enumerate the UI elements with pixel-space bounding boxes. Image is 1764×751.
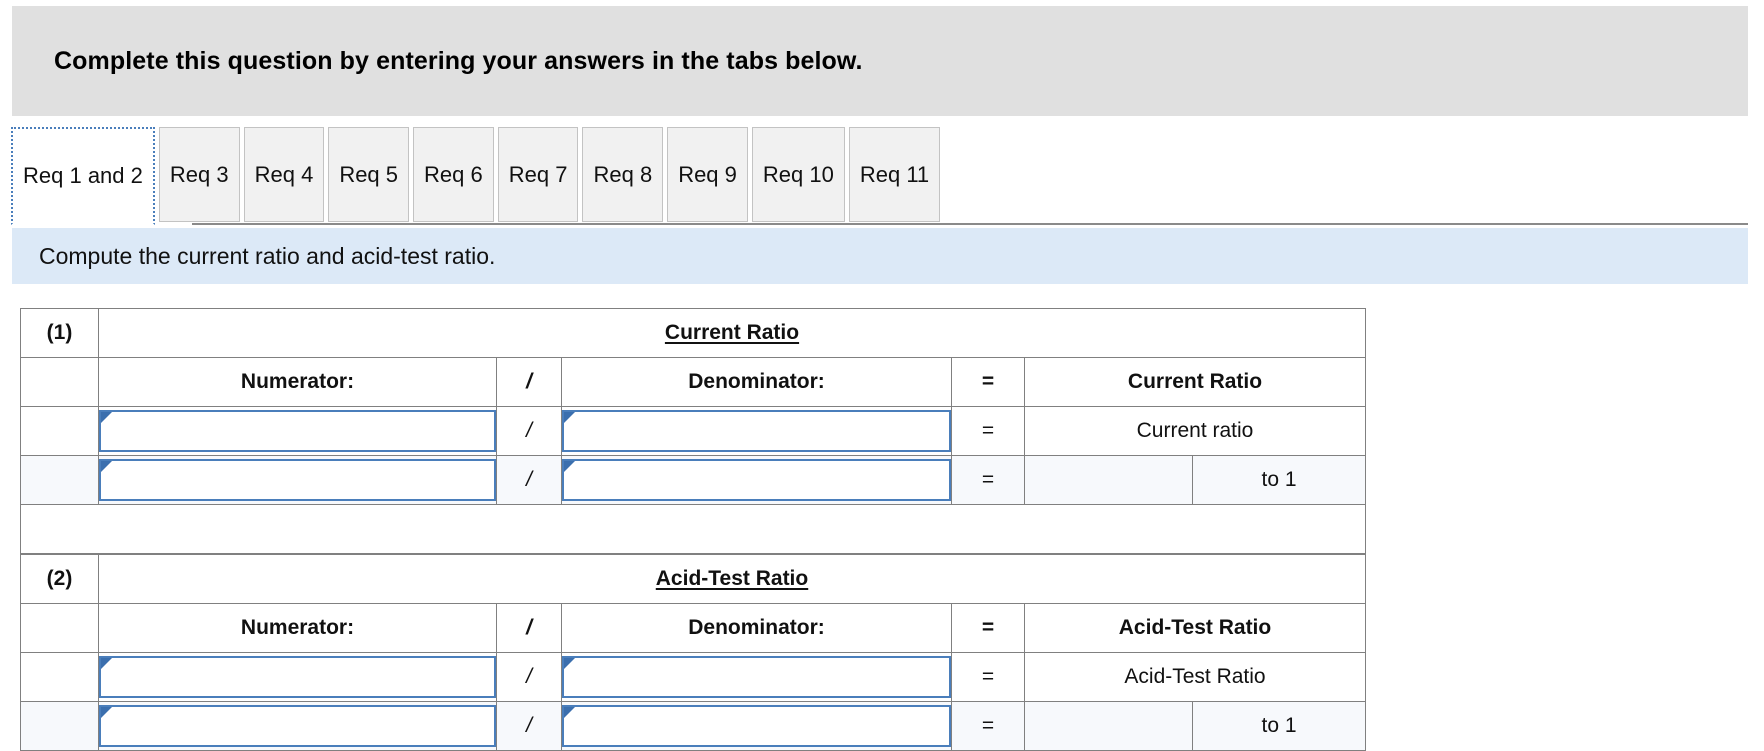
row-index-cell [20,455,99,505]
equals-sign: = [951,455,1025,505]
header-spacer-cell [20,357,99,407]
section-index-label: (2) [20,554,99,604]
column-header-equals: = [951,357,1025,407]
section-index-label: (1) [20,308,99,358]
header-spacer-cell [20,603,99,653]
acid-test-result-suffix: to 1 [1192,701,1366,751]
table-row: / = to 1 [20,701,1366,751]
acid-test-numerator-cell[interactable] [98,652,497,702]
cell-flag-icon [564,412,575,423]
question-prompt-bar: Compute the current ratio and acid-test … [12,228,1748,284]
tab-label: Req 6 [424,161,483,187]
column-header-numerator: Numerator: [98,357,497,407]
tab-req-10[interactable]: Req 10 [751,127,845,222]
table-header-row: Numerator: / Denominator: = Acid-Test Ra… [20,603,1366,653]
tab-label: Req 3 [169,161,229,187]
column-header-result: Acid-Test Ratio [1024,603,1366,653]
divider-slash: / [496,652,562,702]
tab-req-9[interactable]: Req 9 [667,127,748,222]
cell-flag-icon [564,461,575,472]
tab-req-5[interactable]: Req 5 [328,127,410,222]
current-ratio-numerator-input-2[interactable] [99,459,496,501]
tab-label: Req 9 [678,161,737,187]
tab-label: Req 4 [254,161,314,187]
cell-flag-icon [101,461,112,472]
tab-req-4[interactable]: Req 4 [243,127,325,222]
section-spacer-cell [20,504,1366,554]
acid-test-numerator-cell-2[interactable] [98,701,497,751]
tab-strip-divider [11,223,1748,225]
cell-flag-icon [101,707,112,718]
section-title-text: Acid-Test Ratio [655,567,809,590]
current-ratio-denominator-cell-2[interactable] [561,455,952,505]
acid-test-denominator-input[interactable] [562,656,951,698]
column-header-slash: / [496,357,562,407]
tab-label: Req 5 [339,161,399,187]
requirement-tabs[interactable]: Req 1 and 2 Req 3 Req 4 Req 5 Req 6 Req … [11,127,944,225]
answer-worksheet: (1) Current Ratio Numerator: / Denominat… [20,308,1366,751]
acid-test-numerator-input[interactable] [99,656,496,698]
divider-slash: / [496,701,562,751]
equals-sign: = [951,406,1025,456]
table-row: (2) Acid-Test Ratio [20,554,1366,604]
current-ratio-numerator-input[interactable] [99,410,496,452]
cell-flag-icon [564,658,575,669]
question-prompt-text: Compute the current ratio and acid-test … [39,242,496,269]
table-row: / = Acid-Test Ratio [20,652,1366,702]
current-ratio-result-label: Current ratio [1024,406,1366,456]
current-ratio-denominator-cell[interactable] [561,406,952,456]
instruction-banner: Complete this question by entering your … [12,6,1748,116]
current-ratio-numerator-cell[interactable] [98,406,497,456]
cell-flag-icon [564,707,575,718]
column-header-slash: / [496,603,562,653]
acid-test-result-value [1024,701,1193,751]
tab-label: Req 10 [762,161,834,187]
cell-flag-icon [101,658,112,669]
acid-test-result-label: Acid-Test Ratio [1024,652,1366,702]
tab-req-6[interactable]: Req 6 [413,127,494,222]
section-title: Acid-Test Ratio [98,554,1366,604]
tab-label: Req 11 [859,161,930,187]
tab-req-3[interactable]: Req 3 [158,127,240,222]
tab-req-7[interactable]: Req 7 [497,127,579,222]
current-ratio-numerator-cell-2[interactable] [98,455,497,505]
section-title-text: Current Ratio [664,321,800,344]
table-row: / = to 1 [20,455,1366,505]
acid-test-numerator-input-2[interactable] [99,705,496,747]
acid-test-denominator-input-2[interactable] [562,705,951,747]
table-header-row: Numerator: / Denominator: = Current Rati… [20,357,1366,407]
current-ratio-denominator-input[interactable] [562,410,951,452]
table-row: (1) Current Ratio [20,308,1366,358]
acid-test-denominator-cell[interactable] [561,652,952,702]
tab-req-11[interactable]: Req 11 [848,127,941,222]
instruction-banner-text: Complete this question by entering your … [54,46,863,75]
row-index-cell [20,701,99,751]
divider-slash: / [496,406,562,456]
column-header-result: Current Ratio [1024,357,1366,407]
tab-label: Req 7 [508,161,568,187]
table-row: / = Current ratio [20,406,1366,456]
equals-sign: = [951,652,1025,702]
row-index-cell [20,652,99,702]
column-header-equals: = [951,603,1025,653]
current-ratio-denominator-input-2[interactable] [562,459,951,501]
acid-test-ratio-table: (2) Acid-Test Ratio Numerator: / Denomin… [20,554,1366,751]
tab-label: Req 8 [593,161,653,187]
acid-test-denominator-cell-2[interactable] [561,701,952,751]
divider-slash: / [496,455,562,505]
tab-label: Req 1 and 2 [23,163,143,188]
current-ratio-result-suffix: to 1 [1192,455,1366,505]
column-header-denominator: Denominator: [561,357,952,407]
tab-req-8[interactable]: Req 8 [582,127,664,222]
section-title: Current Ratio [98,308,1366,358]
cell-flag-icon [101,412,112,423]
tab-req-1-and-2[interactable]: Req 1 and 2 [11,127,155,225]
equals-sign: = [951,701,1025,751]
column-header-numerator: Numerator: [98,603,497,653]
current-ratio-result-value [1024,455,1193,505]
row-index-cell [20,406,99,456]
current-ratio-table: (1) Current Ratio Numerator: / Denominat… [20,308,1366,554]
column-header-denominator: Denominator: [561,603,952,653]
section-spacer-row [20,504,1366,554]
